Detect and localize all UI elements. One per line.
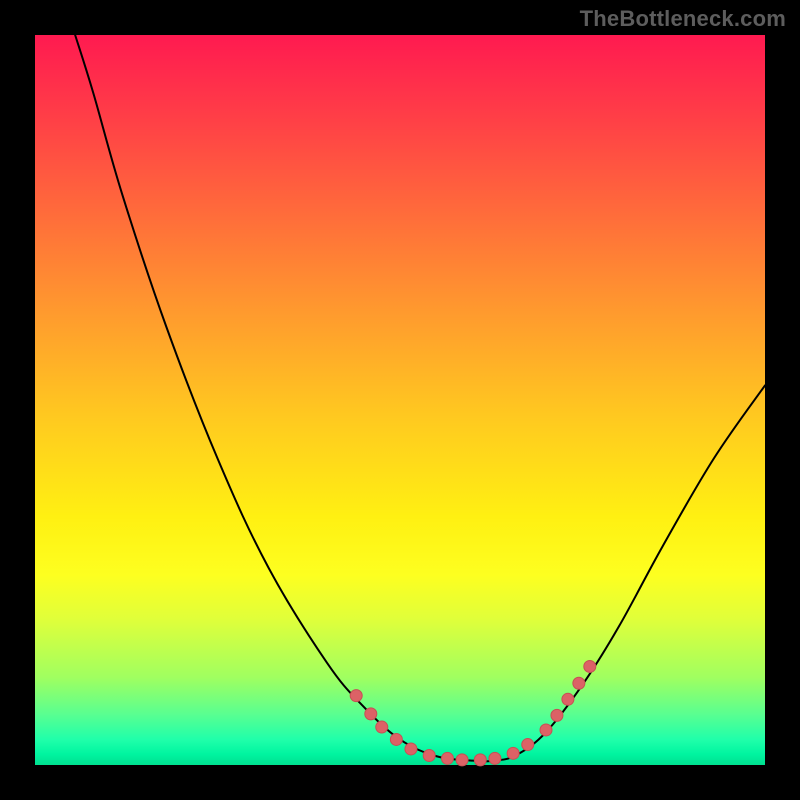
data-marker	[522, 739, 534, 751]
data-markers-group	[350, 660, 596, 765]
data-marker	[441, 752, 453, 764]
data-marker	[474, 754, 486, 766]
data-marker	[562, 693, 574, 705]
data-marker	[350, 690, 362, 702]
data-marker	[405, 743, 417, 755]
data-marker	[507, 747, 519, 759]
data-marker	[584, 660, 596, 672]
chart-svg	[35, 35, 765, 765]
bottleneck-curve	[75, 35, 765, 761]
data-marker	[390, 733, 402, 745]
watermark-text: TheBottleneck.com	[580, 6, 786, 32]
data-marker	[551, 709, 563, 721]
data-marker	[456, 754, 468, 766]
data-marker	[540, 724, 552, 736]
data-marker	[365, 708, 377, 720]
data-marker	[573, 677, 585, 689]
data-marker	[489, 752, 501, 764]
chart-root: TheBottleneck.com	[0, 0, 800, 800]
data-marker	[423, 750, 435, 762]
data-marker	[376, 721, 388, 733]
